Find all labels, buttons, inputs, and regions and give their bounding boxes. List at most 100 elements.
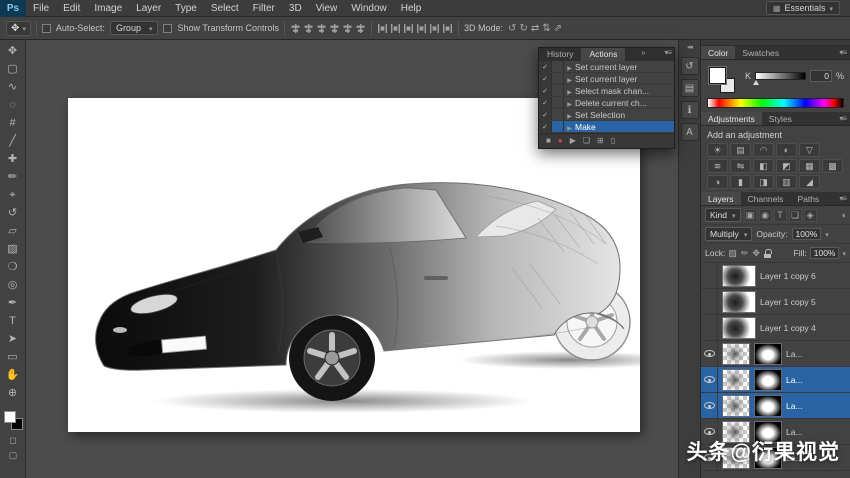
visibility-toggle[interactable] xyxy=(701,289,718,314)
lasso-tool[interactable]: ∿ xyxy=(2,78,24,96)
zoom-tool[interactable]: ⊕ xyxy=(2,384,24,402)
history-brush-tool[interactable]: ↺ xyxy=(2,204,24,222)
action-dialog-toggle[interactable] xyxy=(552,121,564,132)
color-swatches-widget[interactable] xyxy=(4,411,23,430)
action-dialog-toggle[interactable] xyxy=(552,61,564,72)
blur-tool[interactable]: ❍ xyxy=(2,258,24,276)
layer-row[interactable]: La... xyxy=(701,341,850,367)
action-dialog-toggle[interactable] xyxy=(552,97,564,108)
layer-thumbnail[interactable] xyxy=(722,369,750,391)
roll-3d-icon[interactable]: ↻ xyxy=(519,23,527,34)
distribute-top-edges-icon[interactable] xyxy=(377,23,388,34)
expand-dock-icon[interactable] xyxy=(687,43,692,53)
filter-shape-layers-icon[interactable]: ❏ xyxy=(789,209,802,222)
menu-item[interactable]: Layer xyxy=(129,3,168,14)
action-row[interactable]: Set current layer xyxy=(539,61,674,73)
action-check-icon[interactable] xyxy=(539,97,552,108)
history-panel-icon[interactable]: ↺ xyxy=(681,57,699,75)
quick-selection-tool[interactable]: ◌ xyxy=(2,96,24,114)
layer-filter-dropdown[interactable]: Kind xyxy=(705,208,741,222)
eyedropper-tool[interactable]: ╱ xyxy=(2,132,24,150)
lock-all-icon[interactable] xyxy=(763,249,772,258)
menu-item[interactable]: Help xyxy=(394,3,429,14)
visibility-toggle[interactable] xyxy=(701,263,718,288)
vibrance-icon[interactable]: ▽ xyxy=(799,143,820,157)
disclosure-triangle-icon[interactable] xyxy=(564,86,575,96)
clone-stamp-tool[interactable]: ⌖ xyxy=(2,186,24,204)
color-balance-icon[interactable]: ⇋ xyxy=(730,159,751,173)
tab-channels[interactable]: Channels xyxy=(741,192,791,205)
panel-menu-icon[interactable] xyxy=(835,112,850,125)
menu-item[interactable]: Type xyxy=(168,3,204,14)
drag-3d-icon[interactable]: ⇄ xyxy=(531,23,539,34)
action-check-icon[interactable] xyxy=(539,121,552,132)
align-right-edges-icon[interactable] xyxy=(355,23,366,34)
foreground-color-swatch[interactable] xyxy=(709,67,726,84)
panel-menu-icon[interactable] xyxy=(661,48,674,61)
color-swatches-widget[interactable] xyxy=(709,67,735,93)
fill-value[interactable]: 100% xyxy=(810,247,840,259)
selective-color-icon[interactable]: ◢ xyxy=(799,175,820,189)
quick-mask-mode-icon[interactable]: ◻ xyxy=(2,433,24,448)
action-row[interactable]: Set current layer xyxy=(539,73,674,85)
rectangular-marquee-tool[interactable]: ▢ xyxy=(2,60,24,78)
lock-position-icon[interactable]: ✥ xyxy=(752,248,760,259)
levels-icon[interactable]: ▤ xyxy=(730,143,751,157)
slide-3d-icon[interactable]: ⇅ xyxy=(542,23,550,34)
menu-item[interactable]: 3D xyxy=(282,3,309,14)
posterize-icon[interactable]: ▮ xyxy=(730,175,751,189)
align-top-edges-icon[interactable] xyxy=(290,23,301,34)
action-row[interactable]: Make xyxy=(539,121,674,133)
move-tool[interactable]: ✥ xyxy=(2,42,24,60)
distribute-horizontal-centers-icon[interactable] xyxy=(429,23,440,34)
action-dialog-toggle[interactable] xyxy=(552,85,564,96)
distribute-left-edges-icon[interactable] xyxy=(416,23,427,34)
tab-color[interactable]: Color xyxy=(701,46,735,59)
properties-panel-icon[interactable]: ▤ xyxy=(681,79,699,97)
k-slider-handle[interactable] xyxy=(753,77,759,85)
action-row[interactable]: Select mask chan... xyxy=(539,85,674,97)
tool-preset-picker[interactable] xyxy=(6,21,31,36)
action-row[interactable]: Set Selection xyxy=(539,109,674,121)
hue-saturation-icon[interactable]: ≋ xyxy=(707,159,728,173)
visibility-toggle[interactable] xyxy=(701,367,718,392)
filter-adjustment-layers-icon[interactable]: ◉ xyxy=(759,209,772,222)
auto-select-checkbox[interactable] xyxy=(42,24,51,33)
menu-item[interactable]: Select xyxy=(204,3,246,14)
action-check-icon[interactable] xyxy=(539,61,552,72)
layer-thumbnail[interactable] xyxy=(722,343,750,365)
tab-styles[interactable]: Styles xyxy=(762,112,799,125)
layer-row[interactable]: La... xyxy=(701,393,850,419)
screen-mode-icon[interactable]: ▢ xyxy=(2,448,24,463)
action-check-icon[interactable] xyxy=(539,109,552,120)
collapse-panel-icon[interactable] xyxy=(638,48,648,61)
lock-pixels-icon[interactable]: ✏ xyxy=(741,248,749,259)
layer-mask-thumbnail[interactable] xyxy=(754,343,782,365)
filtering-toggle-icon[interactable] xyxy=(841,210,846,220)
disclosure-triangle-icon[interactable] xyxy=(564,98,575,108)
layer-thumbnail[interactable] xyxy=(722,291,756,313)
pen-tool[interactable]: ✒ xyxy=(2,294,24,312)
filter-smart-objects-icon[interactable]: ◈ xyxy=(804,209,817,222)
align-left-edges-icon[interactable] xyxy=(329,23,340,34)
play-selection-icon[interactable] xyxy=(570,137,576,145)
info-panel-icon[interactable]: ℹ xyxy=(681,101,699,119)
menu-item[interactable]: File xyxy=(26,3,56,14)
layer-thumbnail[interactable] xyxy=(722,395,750,417)
dodge-tool[interactable]: ◎ xyxy=(2,276,24,294)
k-slider[interactable] xyxy=(755,72,806,80)
tab-swatches[interactable]: Swatches xyxy=(735,46,786,59)
distribute-bottom-edges-icon[interactable] xyxy=(403,23,414,34)
crop-tool[interactable]: # xyxy=(2,114,24,132)
lock-transparency-icon[interactable]: ▨ xyxy=(728,248,737,259)
align-bottom-edges-icon[interactable] xyxy=(316,23,327,34)
visibility-toggle[interactable] xyxy=(701,315,718,340)
spot-healing-brush-tool[interactable]: ✚ xyxy=(2,150,24,168)
begin-recording-icon[interactable] xyxy=(558,137,563,145)
workspace-switcher[interactable]: Essentials xyxy=(766,1,840,15)
brightness-contrast-icon[interactable]: ☀ xyxy=(707,143,728,157)
align-horizontal-centers-icon[interactable] xyxy=(342,23,353,34)
action-check-icon[interactable] xyxy=(539,73,552,84)
layer-thumbnail[interactable] xyxy=(722,265,756,287)
black-white-icon[interactable]: ◧ xyxy=(753,159,774,173)
